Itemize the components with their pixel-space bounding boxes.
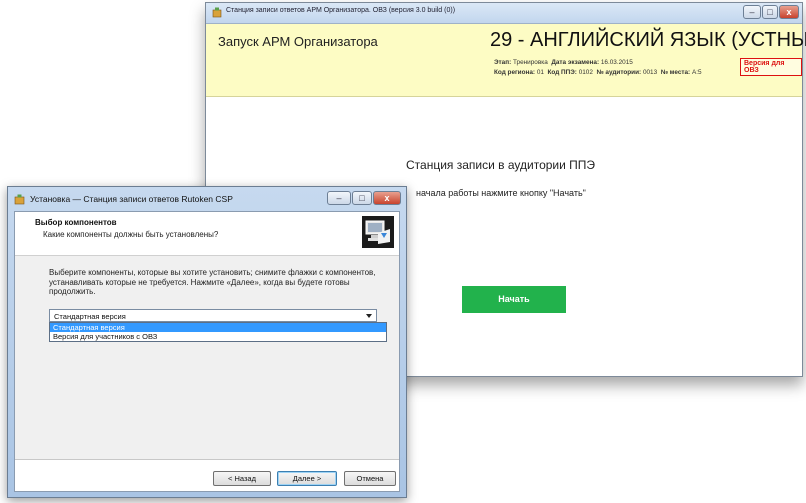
installer-titlebar: Установка — Станция записи ответов Rutok… (8, 187, 406, 211)
components-description: Выберите компоненты, которые вы хотите у… (49, 268, 376, 296)
exam-header: Запуск АРМ Организатора 29 - АНГЛИЙСКИЙ … (206, 24, 806, 97)
installer-app-icon (14, 194, 25, 205)
date-label: Дата экзамена: (551, 59, 600, 66)
ovz-badge: Версия для ОВЗ (740, 58, 802, 76)
organizer-window-title: Станция записи ответов АРМ Организатора.… (226, 7, 456, 14)
room-label: № аудитории: (596, 69, 642, 76)
stage-value: Тренировка (513, 59, 548, 66)
date-value: 16.03.2015 (600, 59, 633, 66)
cancel-button[interactable]: Отмена (344, 471, 396, 486)
chevron-down-icon[interactable] (366, 314, 372, 318)
launch-title: Запуск АРМ Организатора (218, 34, 378, 49)
footer-separator (15, 459, 399, 460)
maximize-button[interactable]: □ (762, 5, 778, 19)
app-icon (212, 7, 222, 18)
ppe-label: Код ППЭ: (547, 69, 577, 76)
installer-client-area: Выбор компонентов Какие компоненты должн… (14, 211, 400, 492)
dropdown-option-standard[interactable]: Стандартная версия (50, 323, 386, 332)
exam-info-line-1: Этап: Тренировка Дата экзамена: 16.03.20… (494, 59, 633, 66)
region-value: 01 (536, 69, 544, 76)
exam-info-line-2: Код региона: 01 Код ППЭ: 0102 № аудитори… (494, 69, 702, 76)
organizer-titlebar: Станция записи ответов АРМ Организатора.… (206, 3, 802, 24)
station-text: Станция записи в аудитории ППЭ (406, 158, 596, 172)
installer-minimize-button[interactable]: – (327, 191, 351, 205)
section-subtitle: Какие компоненты должны быть установлены… (43, 230, 219, 239)
ppe-value: 0102 (578, 69, 593, 76)
components-type-dropdown: Стандартная версия Версия для участников… (49, 322, 387, 342)
press-start-instruction: начала работы нажмите кнопку "Начать" (416, 188, 586, 198)
dropdown-option-ovz[interactable]: Версия для участников с ОВЗ (50, 332, 386, 341)
components-type-value: Стандартная версия (54, 312, 126, 321)
stage-label: Этап: (494, 59, 512, 66)
installer-window-title: Установка — Станция записи ответов Rutok… (30, 194, 233, 204)
seat-value: A:5 (691, 69, 702, 76)
start-button[interactable]: Начать (462, 286, 566, 313)
setup-computer-icon (362, 216, 394, 248)
installer-maximize-button[interactable]: □ (352, 191, 372, 205)
next-button[interactable]: Далее > (277, 471, 337, 486)
room-value: 0013 (642, 69, 658, 76)
minimize-button[interactable]: – (743, 5, 761, 19)
installer-close-button[interactable]: x (373, 191, 401, 205)
close-button[interactable]: x (779, 5, 799, 19)
components-panel: Выберите компоненты, которые вы хотите у… (15, 256, 399, 459)
back-button[interactable]: < Назад (213, 471, 271, 486)
exam-title: 29 - АНГЛИЙСКИЙ ЯЗЫК (УСТНЫЙ) (490, 29, 806, 51)
region-label: Код региона: (494, 69, 536, 76)
installer-window: Установка — Станция записи ответов Rutok… (7, 186, 407, 498)
components-type-select[interactable]: Стандартная версия (49, 309, 377, 322)
seat-label: № места: (660, 69, 691, 76)
section-title: Выбор компонентов (35, 218, 117, 227)
